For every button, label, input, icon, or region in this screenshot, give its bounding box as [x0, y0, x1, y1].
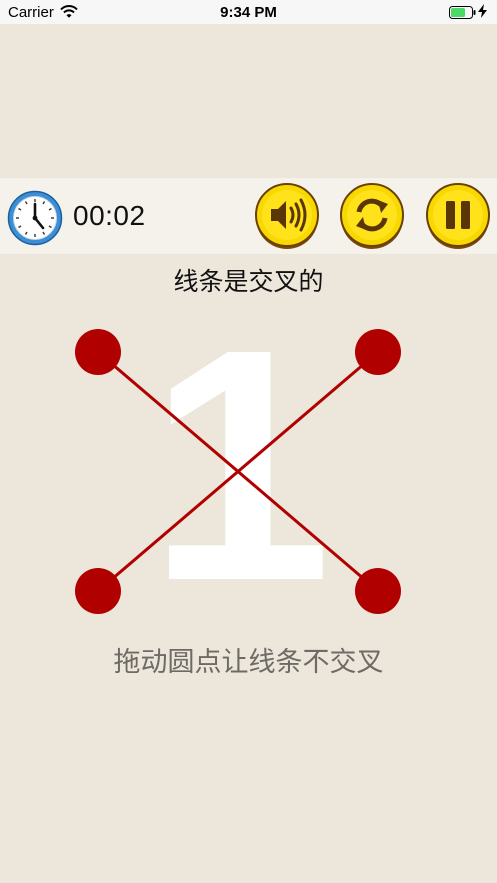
drag-dot-top-left[interactable]	[75, 329, 121, 375]
drag-dot-bottom-left[interactable]	[75, 568, 121, 614]
game-board	[75, 329, 401, 614]
restart-icon	[340, 183, 404, 249]
game-toolbar: 00:02	[0, 178, 497, 254]
clock-icon	[7, 190, 63, 251]
pause-icon	[426, 183, 490, 249]
elapsed-timer: 00:02	[73, 200, 146, 231]
drag-dot-bottom-right[interactable]	[355, 568, 401, 614]
sound-icon	[255, 183, 319, 249]
status-bar: Carrier 9:34 PM	[0, 0, 497, 24]
charging-bolt-icon	[478, 4, 487, 21]
instruction-text: 拖动圆点让线条不交叉	[113, 647, 384, 678]
restart-button[interactable]	[338, 182, 406, 250]
pause-button[interactable]	[424, 182, 492, 250]
sound-button[interactable]	[253, 182, 321, 250]
drag-dot-top-right[interactable]	[355, 329, 401, 375]
status-time: 9:34 PM	[220, 4, 277, 21]
battery-icon	[449, 6, 477, 23]
